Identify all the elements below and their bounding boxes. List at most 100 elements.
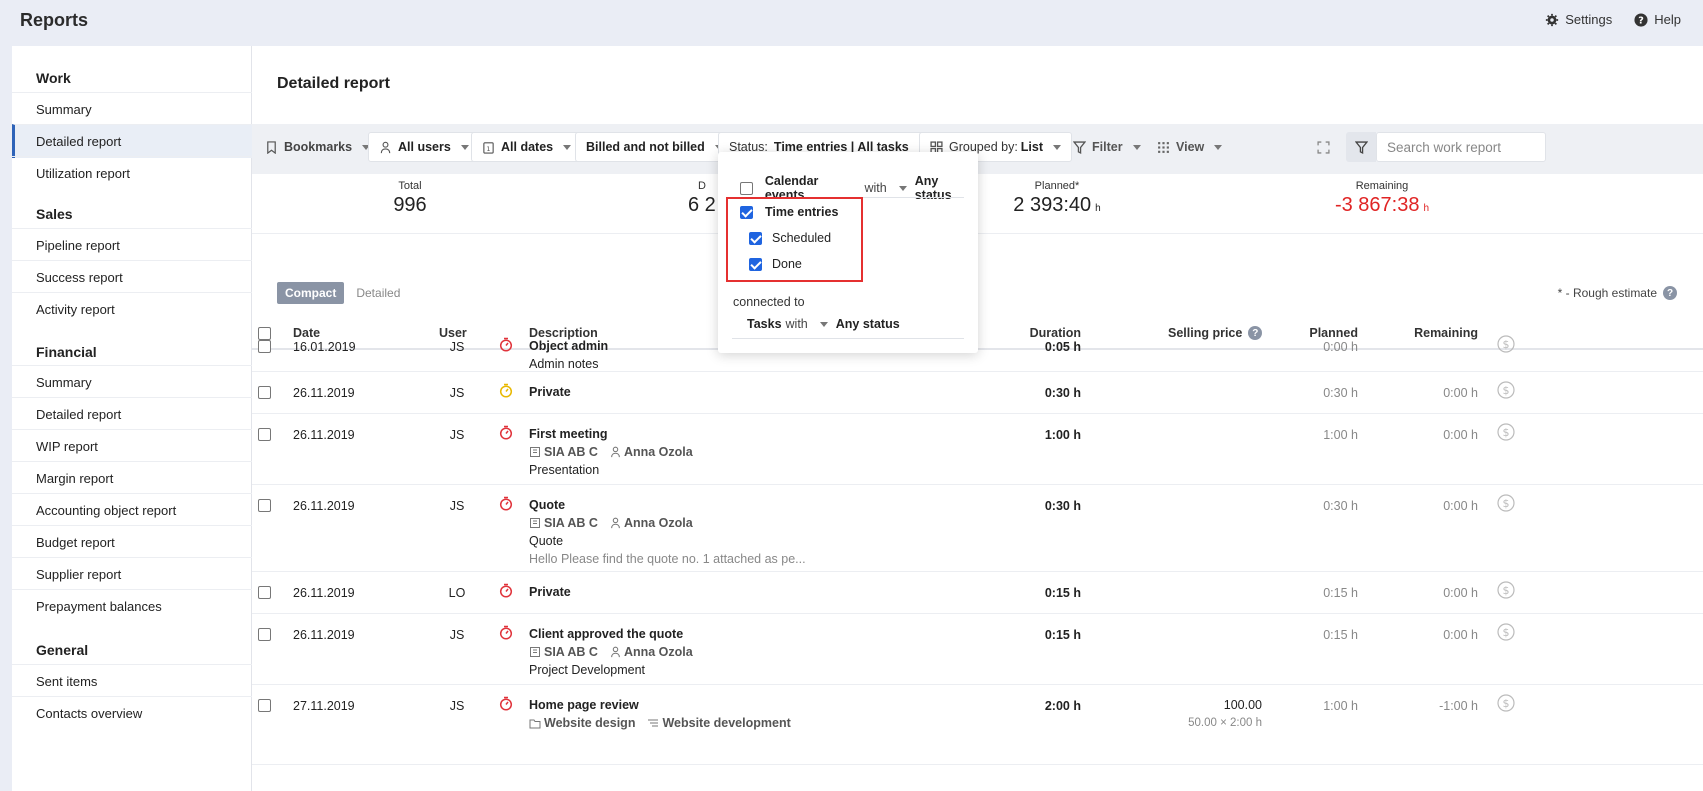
settings-button[interactable]: Settings xyxy=(1545,12,1612,27)
chevron-down-icon[interactable] xyxy=(819,321,828,327)
billing-icon[interactable]: $ xyxy=(1497,694,1515,715)
entry-title[interactable]: Private xyxy=(529,583,571,601)
row-checkbox[interactable] xyxy=(258,340,271,353)
compact-toggle[interactable]: Compact xyxy=(277,282,345,304)
filter-button[interactable]: Filter xyxy=(1062,132,1152,162)
entry-title[interactable]: Client approved the quote xyxy=(529,625,693,643)
sidebar-item-budget-report[interactable]: Budget report xyxy=(12,525,252,559)
table-row[interactable]: 26.11.2019 JS Quote SIA AB C Anna Ozola Quote… xyxy=(252,485,1703,572)
row-checkbox[interactable] xyxy=(258,386,271,399)
calendar-events-checkbox[interactable] xyxy=(740,181,753,195)
remaining-cell: 0:00 h xyxy=(1443,586,1478,600)
table-row[interactable]: 26.11.2019 JS First meeting SIA AB C Anna Oz… xyxy=(252,414,1703,485)
bookmarks-button[interactable]: Bookmarks xyxy=(254,132,381,162)
task-link[interactable]: Website development xyxy=(647,714,791,732)
row-checkbox[interactable] xyxy=(258,428,271,441)
tasks-label: Tasks xyxy=(747,317,782,331)
sidebar-item-accounting-object-report[interactable]: Accounting object report xyxy=(12,493,252,527)
chevron-down-icon[interactable] xyxy=(898,185,907,191)
billing-icon[interactable]: $ xyxy=(1497,581,1515,602)
detailed-toggle[interactable]: Detailed xyxy=(348,282,408,304)
sidebar-item-financial-detailed-report[interactable]: Detailed report xyxy=(12,397,252,431)
done-checkbox[interactable] xyxy=(749,257,762,271)
user-cell: JS xyxy=(449,499,465,513)
row-checkbox[interactable] xyxy=(258,628,271,641)
question-icon[interactable]: ? xyxy=(1663,286,1677,300)
done-option[interactable]: Done xyxy=(749,257,802,271)
bookmarks-label: Bookmarks xyxy=(284,140,353,154)
user-icon xyxy=(379,141,392,154)
date-cell: 26.11.2019 xyxy=(293,628,355,642)
entry-title[interactable]: First meeting xyxy=(529,425,693,443)
sidebar-item-utilization-report[interactable]: Utilization report xyxy=(12,156,252,190)
stopwatch-icon xyxy=(499,337,513,355)
search-filter-button[interactable] xyxy=(1346,132,1376,162)
svg-text:$: $ xyxy=(1503,426,1510,439)
billing-icon[interactable]: $ xyxy=(1497,623,1515,644)
billed-label: Billed and not billed xyxy=(586,140,705,154)
sidebar-item-detailed-report[interactable]: Detailed report xyxy=(12,124,252,158)
table-row[interactable]: 26.11.2019 JS Private 0:30 h 0:30 h 0:00 h $ xyxy=(252,372,1703,414)
stat-total-label: Total xyxy=(398,180,422,192)
person-link[interactable]: Anna Ozola xyxy=(610,443,693,461)
sidebar-item-activity-report[interactable]: Activity report xyxy=(12,292,252,326)
sidebar-item-margin-report[interactable]: Margin report xyxy=(12,461,252,495)
sidebar-item-supplier-report[interactable]: Supplier report xyxy=(12,557,252,591)
project-name: Website design xyxy=(544,716,636,730)
tasks-option[interactable]: Tasks with Any status xyxy=(747,317,900,331)
entry-title[interactable]: Home page review xyxy=(529,696,791,714)
table-row[interactable]: 26.11.2019 JS Client approved the quote SIA… xyxy=(252,614,1703,685)
scheduled-checkbox[interactable] xyxy=(749,231,762,245)
date-cell: 27.11.2019 xyxy=(293,699,355,713)
divider xyxy=(732,338,964,339)
sidebar-item-summary[interactable]: Summary xyxy=(12,92,252,126)
settings-label: Settings xyxy=(1565,12,1613,27)
row-checkbox[interactable] xyxy=(258,699,271,712)
sidebar-item-sent-items[interactable]: Sent items xyxy=(12,664,252,698)
row-checkbox[interactable] xyxy=(258,586,271,599)
time-entries-checkbox[interactable] xyxy=(740,205,753,219)
view-button[interactable]: View xyxy=(1146,132,1233,162)
billing-icon[interactable]: $ xyxy=(1497,494,1515,515)
table-row[interactable]: 26.11.2019 LO Private 0:15 h 0:15 h 0:00 h $ xyxy=(252,572,1703,614)
entry-title[interactable]: Quote xyxy=(529,496,806,514)
description-cell: Private xyxy=(529,383,571,401)
sidebar-section-general: General xyxy=(36,642,89,658)
svg-text:$: $ xyxy=(1503,338,1510,351)
entry-title[interactable]: Private xyxy=(529,383,571,401)
billed-select[interactable]: Billed and not billed xyxy=(575,132,734,162)
sidebar-item-financial-summary[interactable]: Summary xyxy=(12,365,252,399)
table-row[interactable]: 27.11.2019 JS Home page review Website desi… xyxy=(252,685,1703,765)
person-link[interactable]: Anna Ozola xyxy=(610,643,693,661)
scheduled-option[interactable]: Scheduled xyxy=(749,231,831,245)
project-link[interactable]: Website design xyxy=(529,714,635,732)
stat-planned: Planned* 2 393:40 h xyxy=(992,180,1122,217)
duration-cell: 1:00 h xyxy=(1044,428,1081,442)
search-input[interactable] xyxy=(1376,132,1546,162)
sidebar-item-success-report[interactable]: Success report xyxy=(12,260,252,294)
dates-select[interactable]: 1 All dates xyxy=(471,132,583,162)
company-link[interactable]: SIA AB C xyxy=(529,643,598,661)
billing-icon[interactable]: $ xyxy=(1497,423,1515,444)
users-select[interactable]: All users xyxy=(368,132,480,162)
person-link[interactable]: Anna Ozola xyxy=(610,514,693,532)
billing-icon[interactable]: $ xyxy=(1497,381,1515,402)
entry-title[interactable]: Object admin xyxy=(529,337,608,355)
sidebar-item-prepayment-balances[interactable]: Prepayment balances xyxy=(12,589,252,623)
entry-meta: SIA AB C Anna Ozola xyxy=(529,514,806,532)
expand-button[interactable] xyxy=(1306,132,1341,162)
chevron-down-icon xyxy=(1053,144,1062,150)
help-button[interactable]: ? Help xyxy=(1634,12,1681,27)
billing-icon[interactable]: $ xyxy=(1497,335,1515,356)
entry-meta: SIA AB C Anna Ozola xyxy=(529,643,693,661)
company-link[interactable]: SIA AB C xyxy=(529,514,598,532)
company-link[interactable]: SIA AB C xyxy=(529,443,598,461)
sidebar-item-contacts-overview[interactable]: Contacts overview xyxy=(12,696,252,730)
time-entries-option[interactable]: Time entries xyxy=(740,205,838,219)
row-checkbox[interactable] xyxy=(258,499,271,512)
sidebar-item-pipeline-report[interactable]: Pipeline report xyxy=(12,228,252,262)
svg-text:$: $ xyxy=(1503,497,1510,510)
sidebar-item-wip-report[interactable]: WIP report xyxy=(12,429,252,463)
tasks-any-status[interactable]: Any status xyxy=(836,317,900,331)
entry-subtitle: Quote xyxy=(529,534,564,548)
